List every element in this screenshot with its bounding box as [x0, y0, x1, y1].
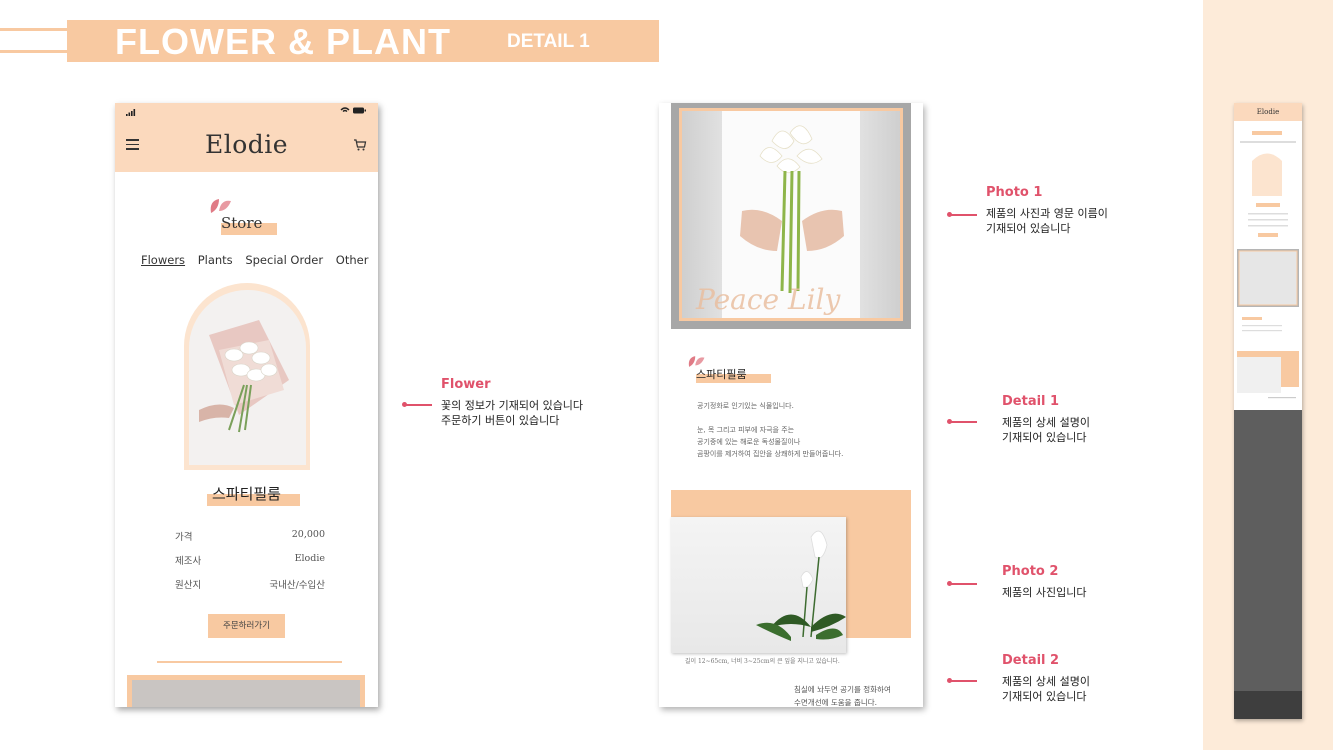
- battery-icon: [339, 106, 367, 118]
- order-button[interactable]: 주문하러가기: [208, 614, 285, 638]
- product-photo-2: [671, 517, 846, 653]
- next-section-image-preview: [127, 675, 365, 707]
- annotation-text: 기재되어 있습니다: [1002, 690, 1087, 703]
- full-page-thumbnail[interactable]: Elodie: [1234, 103, 1302, 719]
- cart-icon[interactable]: [353, 137, 367, 151]
- signal-icon: [126, 109, 136, 119]
- phone-mockup-detail: Peace Lily 스파티필룸 공기정화로 인기있는 식물입니다. 눈, 목 …: [659, 103, 923, 707]
- thumbnail-brand: Elodie: [1256, 108, 1280, 116]
- info-key: 제조사: [175, 556, 202, 567]
- annotation-title-photo-1: Photo 1: [986, 185, 1043, 200]
- photo-1-frame: Peace Lily: [679, 108, 903, 321]
- annotation-text: 기재되어 있습니다: [986, 222, 1071, 235]
- annotation-title-photo-2: Photo 2: [1002, 564, 1059, 579]
- phone-mockup-store: Elodie Store Flowers Plants Special Orde…: [115, 103, 378, 707]
- annotation-title-detail-1: Detail 1: [1002, 394, 1060, 409]
- annotation-text: 꽃의 정보가 기재되어 있습니다: [441, 399, 584, 412]
- annotation-title-detail-2: Detail 2: [1002, 653, 1060, 668]
- annotation-text: 제품의 사진과 영문 이름이: [986, 207, 1108, 220]
- brand-logo[interactable]: Elodie: [115, 130, 378, 159]
- photo-2-caption: 길이 12~65cm, 너비 3~25cm의 큰 잎을 지니고 있습니다.: [685, 658, 840, 665]
- tab-special-order[interactable]: Special Order: [245, 253, 323, 267]
- product-name: 스파티필룸: [211, 485, 281, 503]
- thumbnail-footer: [1234, 691, 1302, 719]
- divider: [157, 661, 342, 663]
- detail-text: 침실에 놔두면 공기를 정화하여: [794, 685, 891, 694]
- product-photo-1: Peace Lily: [671, 103, 911, 329]
- info-value: Elodie: [294, 553, 325, 564]
- detail-text: 공기중에 있는 해로운 독성물질이나: [697, 438, 801, 446]
- product-image[interactable]: [189, 290, 306, 465]
- category-tabs: Flowers Plants Special Order Other: [141, 253, 377, 267]
- page-title: FLOWER & PLANT: [115, 21, 451, 62]
- info-value: 국내산/수입산: [269, 580, 325, 591]
- annotation-line: [950, 214, 977, 216]
- annotation-line: [950, 421, 977, 423]
- tab-flowers[interactable]: Flowers: [141, 253, 185, 267]
- photo-english-name: Peace Lily: [696, 283, 841, 316]
- annotation-text: 제품의 사진입니다: [1002, 586, 1087, 599]
- annotation-text: 주문하기 버튼이 있습니다: [441, 414, 560, 427]
- page-subtitle: DETAIL 1: [507, 31, 590, 52]
- info-key: 가격: [175, 532, 193, 543]
- detail-text: 공기정화로 인기있는 식물입니다.: [697, 402, 794, 410]
- annotation-line: [950, 680, 977, 682]
- thumbnail-content: [1237, 131, 1299, 399]
- detail-text: 곰팡이를 제거하여 집안을 상쾌하게 만들어줍니다.: [697, 450, 844, 458]
- annotation-text: 제품의 상세 설명이: [1002, 416, 1090, 429]
- detail-title: 스파티필룸: [696, 368, 747, 381]
- annotation-text: 제품의 상세 설명이: [1002, 675, 1090, 688]
- detail-text: 눈, 목 그리고 피부에 자극을 주는: [697, 426, 795, 434]
- banner-decor-lines: [0, 28, 70, 54]
- annotation-line: [950, 583, 977, 585]
- annotation-title-flower: Flower: [441, 377, 491, 392]
- tab-plants[interactable]: Plants: [198, 253, 233, 267]
- store-heading: Store: [221, 214, 263, 232]
- annotation-text: 기재되어 있습니다: [1002, 431, 1087, 444]
- annotation-line: [405, 404, 432, 406]
- info-value: 20,000: [291, 529, 325, 540]
- detail-text: 수면개선에 도움을 줍니다.: [794, 698, 878, 707]
- tab-other[interactable]: Other: [336, 253, 369, 267]
- info-key: 원산지: [175, 580, 202, 591]
- thumbnail-dimmed-area: [1234, 410, 1302, 719]
